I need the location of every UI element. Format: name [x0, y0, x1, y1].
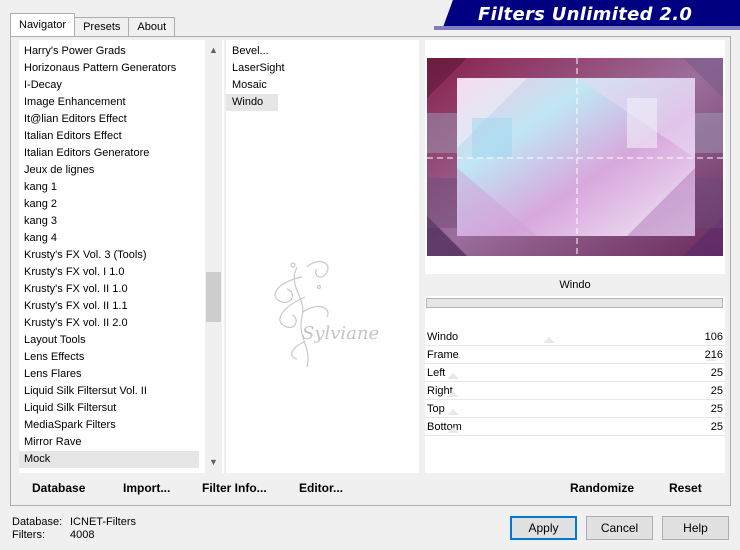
app-title: Filters Unlimited 2.0 — [478, 4, 693, 25]
filter-item[interactable]: Bevel... — [226, 43, 278, 60]
editor-button[interactable]: Editor... — [299, 481, 343, 495]
category-item[interactable]: Krusty's FX vol. II 1.1 — [19, 298, 199, 315]
watermark-signature: Sylviane — [257, 247, 407, 377]
category-item[interactable]: Mock — [19, 451, 199, 468]
progress-bar — [426, 298, 723, 308]
scroll-down-icon[interactable]: ▼ — [205, 454, 222, 471]
database-button[interactable]: Database — [32, 481, 85, 495]
reset-button[interactable]: Reset — [669, 481, 702, 495]
filter-item[interactable]: Mosaic — [226, 77, 278, 94]
tab-about[interactable]: About — [128, 17, 176, 36]
category-item[interactable]: Krusty's FX Vol. 3 (Tools) — [19, 247, 199, 264]
category-scrollbar[interactable]: ▲ ▼ — [205, 40, 222, 473]
category-item[interactable]: Horizonaus Pattern Generators — [19, 60, 199, 77]
preview-image — [427, 58, 723, 256]
category-item[interactable]: I-Decay — [19, 77, 199, 94]
scroll-up-icon[interactable]: ▲ — [205, 42, 222, 59]
title-banner: Filters Unlimited 2.0 — [430, 0, 740, 30]
slider-value: 25 — [710, 421, 723, 433]
slider-label: Frame — [427, 349, 459, 361]
scroll-thumb[interactable] — [206, 272, 221, 322]
category-items: Harry's Power Grads Horizonaus Pattern Ge… — [19, 43, 199, 468]
slider-thumb[interactable] — [447, 373, 459, 379]
slider-value: 25 — [710, 403, 723, 415]
tab-navigator[interactable]: Navigator — [10, 13, 76, 36]
slider-label: Left — [427, 367, 446, 379]
slider-bottom[interactable]: Bottom 25 — [425, 418, 725, 436]
category-item[interactable]: Mirror Rave — [19, 434, 199, 451]
category-item[interactable]: kang 1 — [19, 179, 199, 196]
database-value: ICNET-Filters — [70, 516, 136, 528]
category-item[interactable]: Jeux de lignes — [19, 162, 199, 179]
slider-thumb[interactable] — [543, 337, 555, 343]
category-item[interactable]: kang 4 — [19, 230, 199, 247]
tab-presets[interactable]: Presets — [74, 17, 130, 36]
slider-thumb[interactable] — [447, 427, 459, 433]
slider-frame[interactable]: Frame 216 — [425, 346, 725, 364]
category-item[interactable]: kang 2 — [19, 196, 199, 213]
filter-item[interactable]: LaserSight — [226, 60, 285, 77]
slider-label: Windo — [427, 331, 459, 343]
slider-top[interactable]: Top 25 — [425, 400, 725, 418]
slider-thumb[interactable] — [447, 409, 459, 415]
preview-pane: Windo Windo 106 Frame 216 Left 25 Right 25 Top 25… — [425, 40, 725, 473]
category-list[interactable]: Harry's Power Grads Horizonaus Pattern Ge… — [19, 40, 224, 473]
slider-value: 25 — [710, 367, 723, 379]
banner-shadow — [434, 26, 740, 30]
category-item[interactable]: Liquid Silk Filtersut Vol. II — [19, 383, 199, 400]
filters-count: 4008 — [70, 529, 95, 541]
cancel-button[interactable]: Cancel — [586, 516, 653, 540]
apply-button[interactable]: Apply — [510, 516, 577, 540]
slider-value: 25 — [710, 385, 723, 397]
category-item[interactable]: Harry's Power Grads — [19, 43, 199, 60]
category-item[interactable]: Krusty's FX vol. II 1.0 — [19, 281, 199, 298]
help-button[interactable]: Help — [662, 516, 729, 540]
slider-value: 106 — [704, 331, 723, 343]
slider-left[interactable]: Left 25 — [425, 364, 725, 382]
status-info: Database: ICNET-Filters Filters: 4008 — [12, 516, 136, 542]
category-item[interactable]: It@lian Editors Effect — [19, 111, 199, 128]
category-item[interactable]: Italian Editors Effect — [19, 128, 199, 145]
category-item[interactable]: Lens Flares — [19, 366, 199, 383]
randomize-button[interactable]: Randomize — [570, 481, 634, 495]
category-item[interactable]: Lens Effects — [19, 349, 199, 366]
database-label: Database: — [12, 516, 63, 528]
preview-controls: Randomize Reset — [425, 476, 725, 500]
import-button[interactable]: Import... — [123, 481, 170, 495]
category-item[interactable]: MediaSpark Filters — [19, 417, 199, 434]
slider-label: Top — [427, 403, 445, 415]
category-item[interactable]: Image Enhancement — [19, 94, 199, 111]
filters-label: Filters: — [12, 529, 45, 541]
category-item[interactable]: Layout Tools — [19, 332, 199, 349]
category-item[interactable]: Krusty's FX vol. II 2.0 — [19, 315, 199, 332]
slider-thumb[interactable] — [447, 391, 459, 397]
tab-bar: Navigator Presets About — [10, 12, 176, 36]
filter-item[interactable]: Windo — [226, 94, 278, 111]
slider-right[interactable]: Right 25 — [425, 382, 725, 400]
watermark-text: Sylviane — [302, 323, 379, 344]
filter-info-button[interactable]: Filter Info... — [202, 481, 267, 495]
category-item[interactable]: kang 3 — [19, 213, 199, 230]
slider-windo[interactable]: Windo 106 — [425, 328, 725, 346]
slider-value: 216 — [704, 349, 723, 361]
bottom-link-bar: Database Import... Filter Info... Editor… — [19, 476, 419, 500]
category-item[interactable]: Italian Editors Generatore — [19, 145, 199, 162]
category-item[interactable]: Liquid Silk Filtersut — [19, 400, 199, 417]
category-item[interactable]: Krusty's FX vol. I 1.0 — [19, 264, 199, 281]
parameter-sliders: Windo 106 Frame 216 Left 25 Right 25 Top 25 Bottom… — [425, 328, 725, 436]
filter-items: Bevel... LaserSight Mosaic Windo — [226, 43, 285, 111]
navigator-panel: Harry's Power Grads Horizonaus Pattern Ge… — [10, 36, 731, 506]
current-filter-name: Windo — [425, 274, 725, 296]
